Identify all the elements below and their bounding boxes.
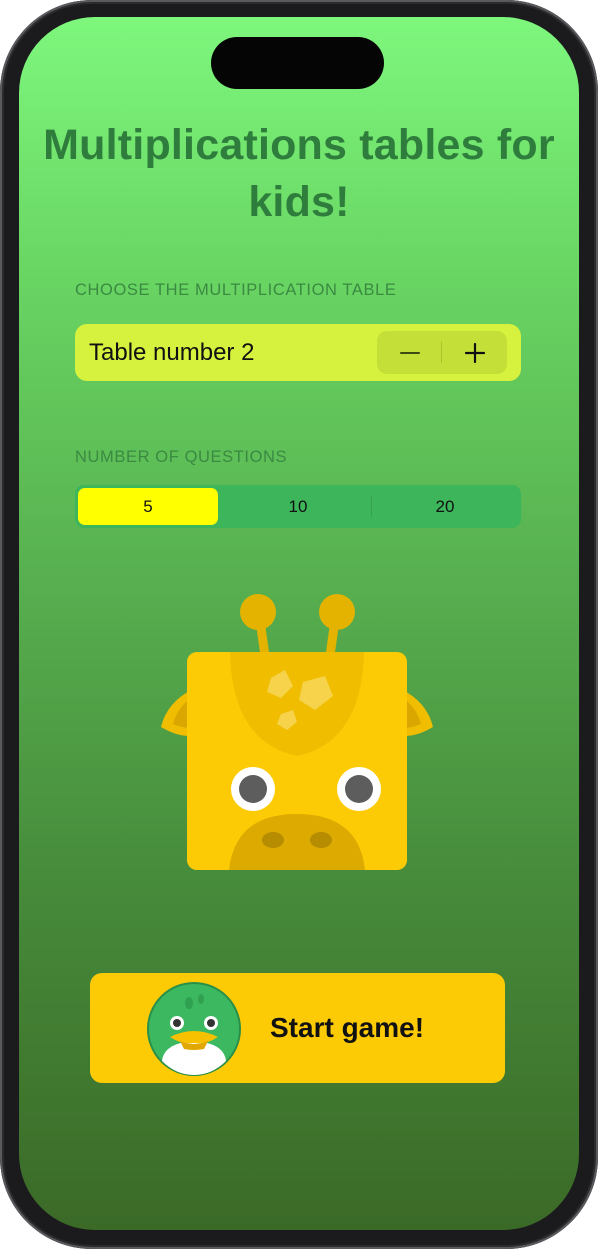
table-stepper-row: Table number 2 — [75, 324, 521, 381]
segment-divider — [371, 496, 372, 517]
questions-section-header: NUMBER OF QUESTIONS — [75, 448, 288, 466]
question-count-picker: 5 10 20 — [75, 485, 521, 528]
phone-frame: Multiplications tables for kids! CHOOSE … — [0, 0, 598, 1249]
app-screen: Multiplications tables for kids! CHOOSE … — [19, 17, 579, 1230]
decrement-button[interactable] — [377, 331, 442, 374]
start-game-button[interactable]: Start game! — [90, 973, 505, 1083]
dynamic-island — [211, 37, 384, 89]
giraffe-icon — [161, 594, 433, 870]
table-section-header: CHOOSE THE MULTIPLICATION TABLE — [75, 281, 397, 299]
segment-5[interactable]: 5 — [78, 488, 218, 525]
segment-20[interactable]: 20 — [375, 488, 515, 525]
increment-button[interactable] — [442, 331, 507, 374]
table-number-label: Table number 2 — [89, 339, 255, 366]
plus-icon — [464, 342, 485, 363]
minus-icon — [399, 351, 420, 354]
table-stepper — [377, 331, 507, 374]
duck-icon — [147, 982, 241, 1076]
page-title: Multiplications tables for kids! — [43, 121, 555, 226]
segment-10[interactable]: 10 — [228, 488, 368, 525]
start-game-label: Start game! — [270, 1012, 425, 1043]
